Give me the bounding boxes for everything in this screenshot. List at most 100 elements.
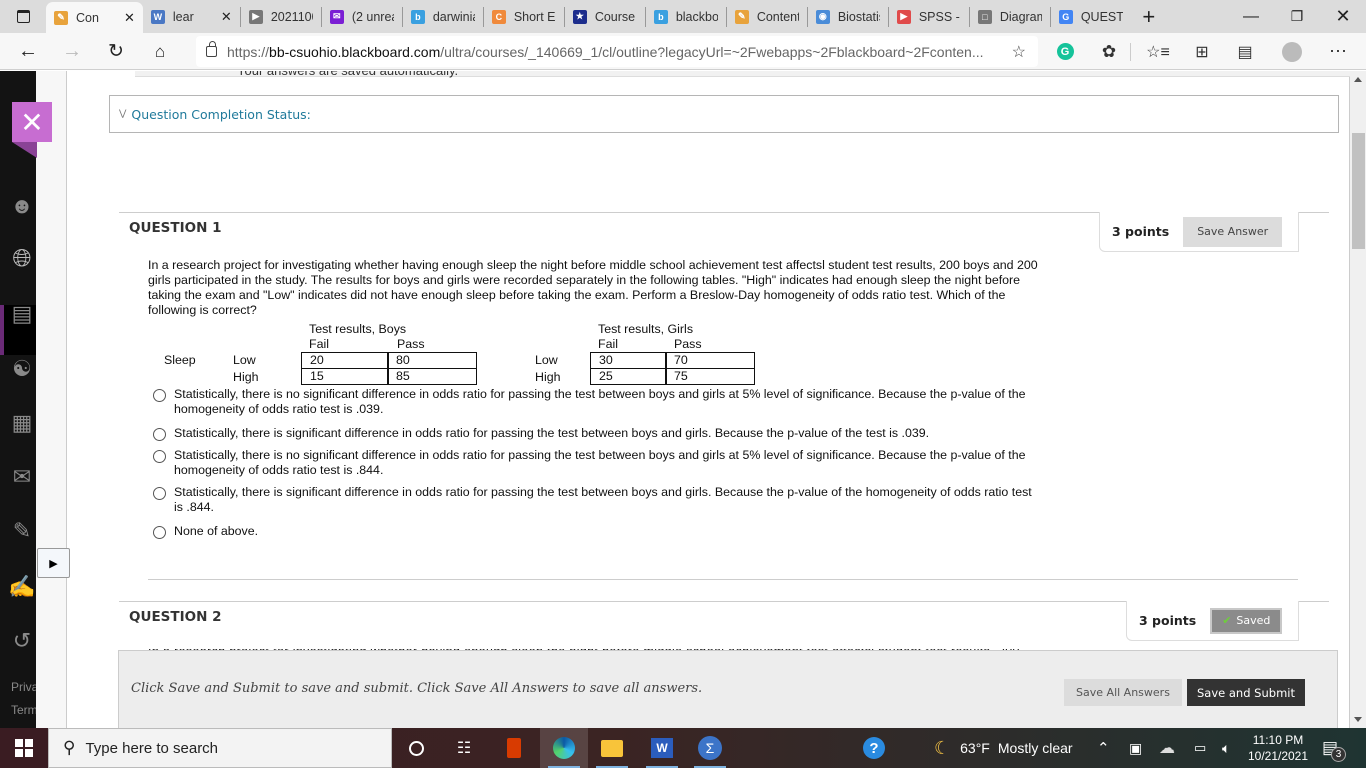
radio-button[interactable] (153, 428, 166, 441)
weather-desc: Mostly clear (997, 740, 1073, 756)
browser-tab[interactable]: ✉ (2 unreac (322, 0, 402, 33)
favorites-icon[interactable]: ☆≡ (1140, 33, 1176, 70)
question-completion-status[interactable]: ⋁ Question Completion Status: (109, 95, 1339, 133)
back-button[interactable]: ← (10, 33, 46, 70)
radio-button[interactable] (153, 389, 166, 402)
task-view-button[interactable]: ☷ (440, 728, 488, 768)
radio-button[interactable] (153, 487, 166, 500)
terms-link[interactable]: Term (11, 703, 38, 717)
refresh-button[interactable]: ↻ (98, 33, 134, 70)
tab-actions-menu-button[interactable] (0, 0, 46, 33)
home-button[interactable]: ⌂ (142, 33, 178, 70)
tools-icon[interactable]: ✍ (8, 573, 36, 601)
new-tab-button[interactable]: + (1131, 0, 1167, 33)
battery-icon[interactable]: ▭ (1194, 728, 1206, 768)
file-explorer-app[interactable] (588, 728, 636, 768)
logout-icon[interactable]: ↺ (8, 627, 36, 655)
tab-title: (2 unreac (351, 9, 394, 24)
grammarly-extension-icon[interactable]: G (1047, 33, 1083, 70)
browser-tab[interactable]: b blackboa (646, 0, 726, 33)
save-all-answers-button[interactable]: Save All Answers (1064, 679, 1182, 706)
completion-status-label: Question Completion Status: (131, 106, 311, 122)
browser-tab[interactable]: b darwinia (403, 0, 483, 33)
browser-tab[interactable]: □ Diagram( (970, 0, 1050, 33)
collections-icon[interactable]: ⊞ (1184, 33, 1220, 70)
windows-logo-icon (15, 739, 33, 757)
scroll-down-arrow[interactable] (1354, 717, 1362, 722)
extensions-icon[interactable]: ✿ (1091, 33, 1127, 70)
messages-icon[interactable]: ✉ (8, 463, 36, 491)
help-icon: ? (863, 737, 885, 759)
cortana-button[interactable] (392, 728, 440, 768)
girls-low-fail-cell: 30 (590, 352, 667, 369)
footer-message: Click Save and Submit to save and submit… (131, 681, 703, 696)
profile-icon[interactable]: ☻ (8, 192, 36, 220)
task-view-icon: ☷ (456, 740, 472, 757)
close-panel-button[interactable]: ✕ (12, 102, 52, 142)
submit-footer: Click Save and Submit to save and submit… (118, 650, 1338, 728)
restore-button[interactable]: ❐ (1274, 0, 1320, 33)
browser-tab[interactable]: ★ Course H (565, 0, 645, 33)
radio-button[interactable] (153, 450, 166, 463)
onedrive-icon[interactable]: ☁ (1159, 728, 1175, 768)
organizations-icon[interactable]: ☯ (8, 355, 36, 383)
url-scheme: https:// (227, 43, 270, 60)
address-bar[interactable]: https://bb-csuohio.blackboard.com/ultra/… (196, 36, 1038, 67)
search-placeholder: Type here to search (85, 739, 219, 757)
question-1-points-box: 3 points Save Answer (1099, 212, 1299, 252)
browser-tab[interactable]: ▶ SPSS - M (889, 0, 969, 33)
help-app[interactable]: ? (850, 728, 898, 768)
scroll-thumb[interactable] (1352, 133, 1365, 249)
browser-tab[interactable]: ✎ Content (727, 0, 807, 33)
add-favorite-icon[interactable]: ☆ (1012, 42, 1026, 62)
edge-app[interactable] (540, 728, 588, 768)
sigma-app[interactable]: Σ (686, 728, 734, 768)
course-navigation-rail: ☻ 🌐︎ ▤ ☯ ▦ ✉ ✎ ✍ ↺ Priva Term (0, 71, 38, 728)
minimize-button[interactable]: — (1228, 0, 1274, 33)
save-and-submit-button[interactable]: Save and Submit (1187, 679, 1305, 706)
expand-sidebar-button[interactable]: ▶ (37, 548, 70, 578)
close-tab-icon[interactable]: ✕ (124, 10, 135, 26)
girls-col-pass: Pass (674, 337, 702, 351)
browser-tab[interactable]: ◉ Biostatist (808, 0, 888, 33)
clock[interactable]: 11:10 PM 10/21/2021 (1248, 728, 1308, 768)
close-window-button[interactable]: ✕ (1320, 0, 1366, 33)
ie-mode-icon[interactable]: ▤ (1227, 33, 1263, 70)
radio-button[interactable] (153, 526, 166, 539)
scroll-up-arrow[interactable] (1354, 77, 1362, 82)
forward-button[interactable]: → (54, 33, 90, 70)
answer-option-2[interactable]: Statistically, there is significant diff… (153, 426, 1033, 441)
notifications-button[interactable]: ▤ 3 (1322, 728, 1353, 768)
meet-now-icon[interactable]: ▣ (1129, 728, 1142, 768)
tab-actions-icon (16, 10, 30, 23)
word-app[interactable]: W (638, 728, 686, 768)
answer-option-1[interactable]: Statistically, there is no significant d… (153, 387, 1033, 417)
privacy-link[interactable]: Priva (11, 680, 38, 694)
page-scrollbar[interactable] (1350, 71, 1366, 728)
start-button[interactable] (0, 728, 48, 768)
boys-table-caption: Test results, Boys (309, 322, 407, 336)
assessment-frame: Your answers are saved automatically. ⋁ … (66, 71, 1350, 728)
answer-option-4[interactable]: Statistically, there is significant diff… (153, 485, 1033, 515)
volume-icon[interactable]: 🔈︎ (1222, 728, 1230, 768)
show-hidden-icons-button[interactable]: ⌃ (1097, 728, 1110, 768)
browser-tab[interactable]: C Short Ess (484, 0, 564, 33)
boys-col-pass: Pass (397, 337, 425, 351)
grades-icon[interactable]: ✎ (8, 517, 36, 545)
browser-tab[interactable]: Wlear ✕ (143, 0, 240, 33)
browser-tab[interactable]: ✎ Con ✕ (46, 2, 143, 33)
office-app[interactable] (490, 728, 538, 768)
profile-avatar[interactable] (1274, 33, 1310, 70)
settings-menu-icon[interactable]: ⋯ (1320, 33, 1356, 70)
close-tab-icon[interactable]: ✕ (221, 9, 232, 25)
answer-option-5[interactable]: None of above. (153, 524, 1033, 539)
weather-widget[interactable]: ☾ 63°F Mostly clear (934, 728, 1073, 768)
courses-icon[interactable]: ▤ (8, 300, 36, 328)
browser-tab[interactable]: ▶ 2021100 (241, 0, 321, 33)
browser-tab[interactable]: G QUESTIO (1051, 0, 1131, 33)
calendar-icon[interactable]: ▦ (8, 409, 36, 437)
answer-option-3[interactable]: Statistically, there is no significant d… (153, 448, 1033, 478)
save-answer-button[interactable]: Save Answer (1183, 216, 1283, 247)
globe-icon[interactable]: 🌐︎ (8, 245, 36, 273)
taskbar-search-box[interactable]: ⚲ Type here to search (48, 728, 392, 768)
